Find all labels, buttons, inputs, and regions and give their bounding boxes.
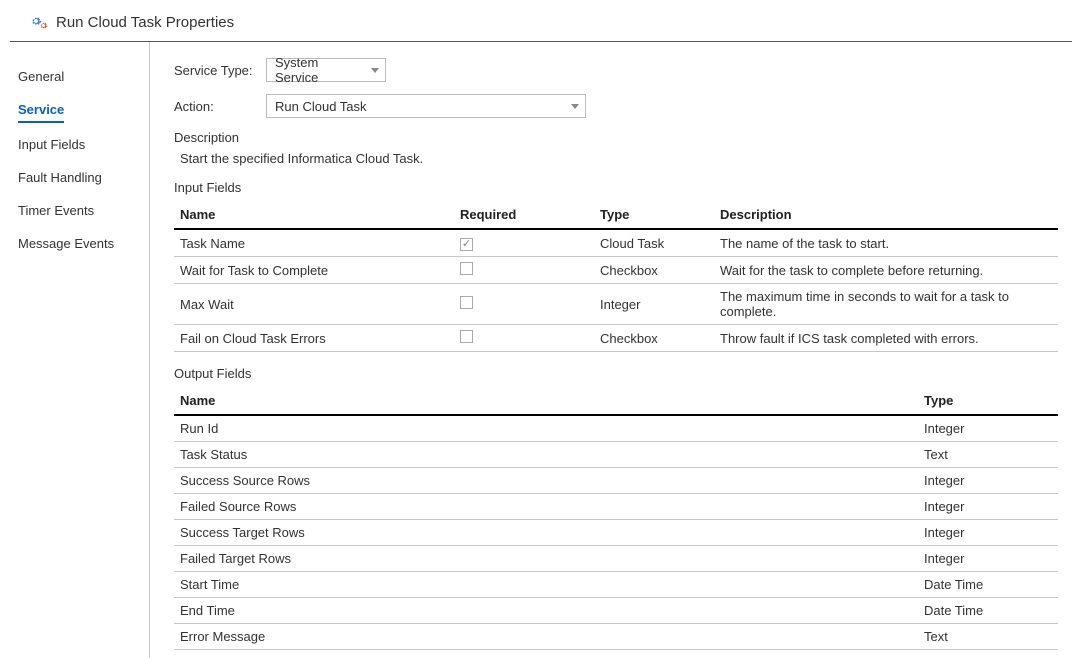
- sidebar-item-message-events[interactable]: Message Events: [18, 227, 139, 260]
- output-fields-title: Output Fields: [174, 366, 1058, 381]
- output-field-type: Integer: [918, 468, 1058, 494]
- input-field-name: Task Name: [174, 229, 454, 257]
- col-header-name: Name: [174, 201, 454, 229]
- dialog-header: Run Cloud Task Properties: [10, 0, 1072, 42]
- table-row: Success Target RowsInteger: [174, 520, 1058, 546]
- description-text: Start the specified Informatica Cloud Ta…: [180, 151, 1058, 166]
- chevron-down-icon: [571, 104, 579, 109]
- service-panel: Service Type: System Service Action: Run…: [150, 42, 1072, 658]
- sidebar-item-service[interactable]: Service: [18, 93, 64, 123]
- table-row: End TimeDate Time: [174, 598, 1058, 624]
- col-header-name: Name: [174, 387, 918, 415]
- col-header-type: Type: [918, 387, 1058, 415]
- output-field-name: Success Source Rows: [174, 468, 918, 494]
- input-field-type: Checkbox: [594, 257, 714, 284]
- table-row: Fail on Cloud Task Errors CheckboxThrow f…: [174, 325, 1058, 352]
- output-field-type: Date Time: [918, 598, 1058, 624]
- output-field-type: Integer: [918, 520, 1058, 546]
- table-row: Error MessageText: [174, 624, 1058, 650]
- sidebar-item-fault-handling[interactable]: Fault Handling: [18, 161, 139, 194]
- col-header-description: Description: [714, 201, 1058, 229]
- chevron-down-icon: [371, 68, 379, 73]
- output-field-name: Run Id: [174, 415, 918, 442]
- table-row: Failed Source RowsInteger: [174, 494, 1058, 520]
- description-label: Description: [174, 130, 1058, 145]
- checkbox-icon: ✓: [460, 238, 473, 251]
- service-type-value: System Service: [275, 55, 365, 85]
- input-field-description: Wait for the task to complete before ret…: [714, 257, 1058, 284]
- properties-sidebar: General Service Input Fields Fault Handl…: [10, 42, 150, 658]
- checkbox-icon: [460, 330, 473, 343]
- action-select[interactable]: Run Cloud Task: [266, 94, 586, 118]
- output-field-name: End Time: [174, 598, 918, 624]
- output-field-type: Integer: [918, 546, 1058, 572]
- input-field-name: Wait for Task to Complete: [174, 257, 454, 284]
- output-field-type: Integer: [918, 415, 1058, 442]
- sidebar-item-timer-events[interactable]: Timer Events: [18, 194, 139, 227]
- sidebar-item-general[interactable]: General: [18, 60, 139, 93]
- output-field-name: Failed Target Rows: [174, 546, 918, 572]
- action-value: Run Cloud Task: [275, 99, 367, 114]
- gears-icon: [30, 15, 48, 31]
- input-field-type: Checkbox: [594, 325, 714, 352]
- input-field-required: [454, 284, 594, 325]
- table-row: Wait for Task to Complete CheckboxWait fo…: [174, 257, 1058, 284]
- col-header-type: Type: [594, 201, 714, 229]
- output-field-name: Start Time: [174, 572, 918, 598]
- service-type-select[interactable]: System Service: [266, 58, 386, 82]
- input-field-name: Max Wait: [174, 284, 454, 325]
- table-row: Task Name ✓ Cloud TaskThe name of the task…: [174, 229, 1058, 257]
- input-field-description: The name of the task to start.: [714, 229, 1058, 257]
- output-field-name: Failed Source Rows: [174, 494, 918, 520]
- output-field-type: Date Time: [918, 572, 1058, 598]
- checkbox-icon: [460, 296, 473, 309]
- sidebar-item-input-fields[interactable]: Input Fields: [18, 128, 139, 161]
- input-fields-table: Name Required Type Description Task Name…: [174, 201, 1058, 352]
- table-row: Failed Target RowsInteger: [174, 546, 1058, 572]
- input-field-required: ✓: [454, 229, 594, 257]
- output-field-name: Error Message: [174, 624, 918, 650]
- table-row: Success Source RowsInteger: [174, 468, 1058, 494]
- output-field-name: Task Status: [174, 442, 918, 468]
- output-field-type: Text: [918, 624, 1058, 650]
- action-label: Action:: [174, 99, 266, 114]
- input-field-name: Fail on Cloud Task Errors: [174, 325, 454, 352]
- col-header-required: Required: [454, 201, 594, 229]
- checkbox-icon: [460, 262, 473, 275]
- table-row: Start TimeDate Time: [174, 572, 1058, 598]
- output-field-type: Text: [918, 442, 1058, 468]
- output-field-name: Success Target Rows: [174, 520, 918, 546]
- input-fields-title: Input Fields: [174, 180, 1058, 195]
- table-row: Run IdInteger: [174, 415, 1058, 442]
- input-field-description: Throw fault if ICS task completed with e…: [714, 325, 1058, 352]
- output-field-type: Integer: [918, 494, 1058, 520]
- input-field-type: Integer: [594, 284, 714, 325]
- output-fields-table: Name Type Run IdIntegerTask StatusTextSu…: [174, 387, 1058, 650]
- dialog-title: Run Cloud Task Properties: [56, 14, 234, 31]
- input-field-required: [454, 325, 594, 352]
- input-field-description: The maximum time in seconds to wait for …: [714, 284, 1058, 325]
- table-row: Max Wait IntegerThe maximum time in secon…: [174, 284, 1058, 325]
- input-field-type: Cloud Task: [594, 229, 714, 257]
- service-type-label: Service Type:: [174, 63, 266, 78]
- table-row: Task StatusText: [174, 442, 1058, 468]
- input-field-required: [454, 257, 594, 284]
